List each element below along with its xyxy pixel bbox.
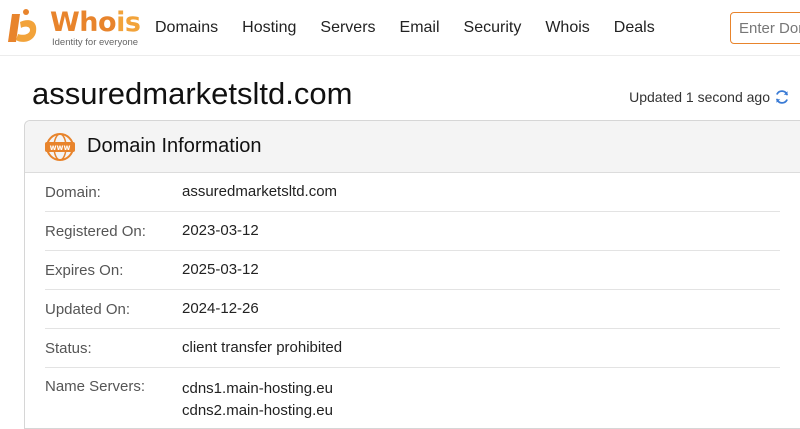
row-value: 2025-03-12 <box>182 261 259 278</box>
row-label: Expires On: <box>45 261 124 279</box>
row-label: Status: <box>45 339 92 357</box>
info-row-updated: Updated On: 2024-12-26 <box>45 290 780 329</box>
row-value: 2024-12-26 <box>182 300 259 317</box>
nav-servers[interactable]: Servers <box>320 19 375 37</box>
top-header: Whois Identity for everyone Domains Host… <box>0 0 800 56</box>
card-title: Domain Information <box>87 135 262 157</box>
info-row-status: Status: client transfer prohibited <box>45 329 780 368</box>
row-value: assuredmarketsltd.com <box>182 183 338 200</box>
row-label: Registered On: <box>45 222 146 240</box>
nav-security[interactable]: Security <box>464 19 522 37</box>
name-server-value: cdns1.main-hosting.eu <box>182 380 333 397</box>
info-row-name-servers: Name Servers: cdns1.main-hosting.eu cdns… <box>45 368 780 422</box>
info-row-registered: Registered On: 2023-03-12 <box>45 212 780 251</box>
refresh-icon[interactable] <box>774 89 790 105</box>
name-server-value: cdns2.main-hosting.eu <box>182 402 333 419</box>
updated-text: Updated 1 second ago <box>629 89 770 105</box>
nav-whois[interactable]: Whois <box>545 19 589 37</box>
whois-logo[interactable]: Whois Identity for everyone <box>6 6 141 50</box>
row-label: Domain: <box>45 183 101 201</box>
main-nav: Domains Hosting Servers Email Security W… <box>143 0 667 56</box>
row-value: 2023-03-12 <box>182 222 259 239</box>
www-icon: www <box>45 132 75 161</box>
svg-text:www: www <box>50 143 71 152</box>
card-header: www Domain Information <box>25 121 800 173</box>
name-server-list: cdns1.main-hosting.eu cdns2.main-hosting… <box>182 378 333 422</box>
domain-search-input[interactable] <box>730 12 800 44</box>
row-label: Name Servers: <box>45 378 146 395</box>
info-rows: Domain: assuredmarketsltd.com Registered… <box>25 173 800 422</box>
nav-hosting[interactable]: Hosting <box>242 19 296 37</box>
info-row-expires: Expires On: 2025-03-12 <box>45 251 780 290</box>
page-title: assuredmarketsltd.com <box>32 76 353 111</box>
row-value: client transfer prohibited <box>182 339 343 356</box>
nav-domains[interactable]: Domains <box>155 19 218 37</box>
nav-email[interactable]: Email <box>400 19 440 37</box>
nav-deals[interactable]: Deals <box>614 19 655 37</box>
logo-mark-icon <box>8 9 37 42</box>
row-label: Updated On: <box>45 300 131 318</box>
logo-wordmark: Whois <box>50 7 141 38</box>
logo-tagline: Identity for everyone <box>52 37 139 48</box>
info-row-domain: Domain: assuredmarketsltd.com <box>45 173 780 212</box>
updated-status: Updated 1 second ago <box>629 89 790 105</box>
domain-info-card: www Domain Information Domain: assuredma… <box>24 120 800 429</box>
